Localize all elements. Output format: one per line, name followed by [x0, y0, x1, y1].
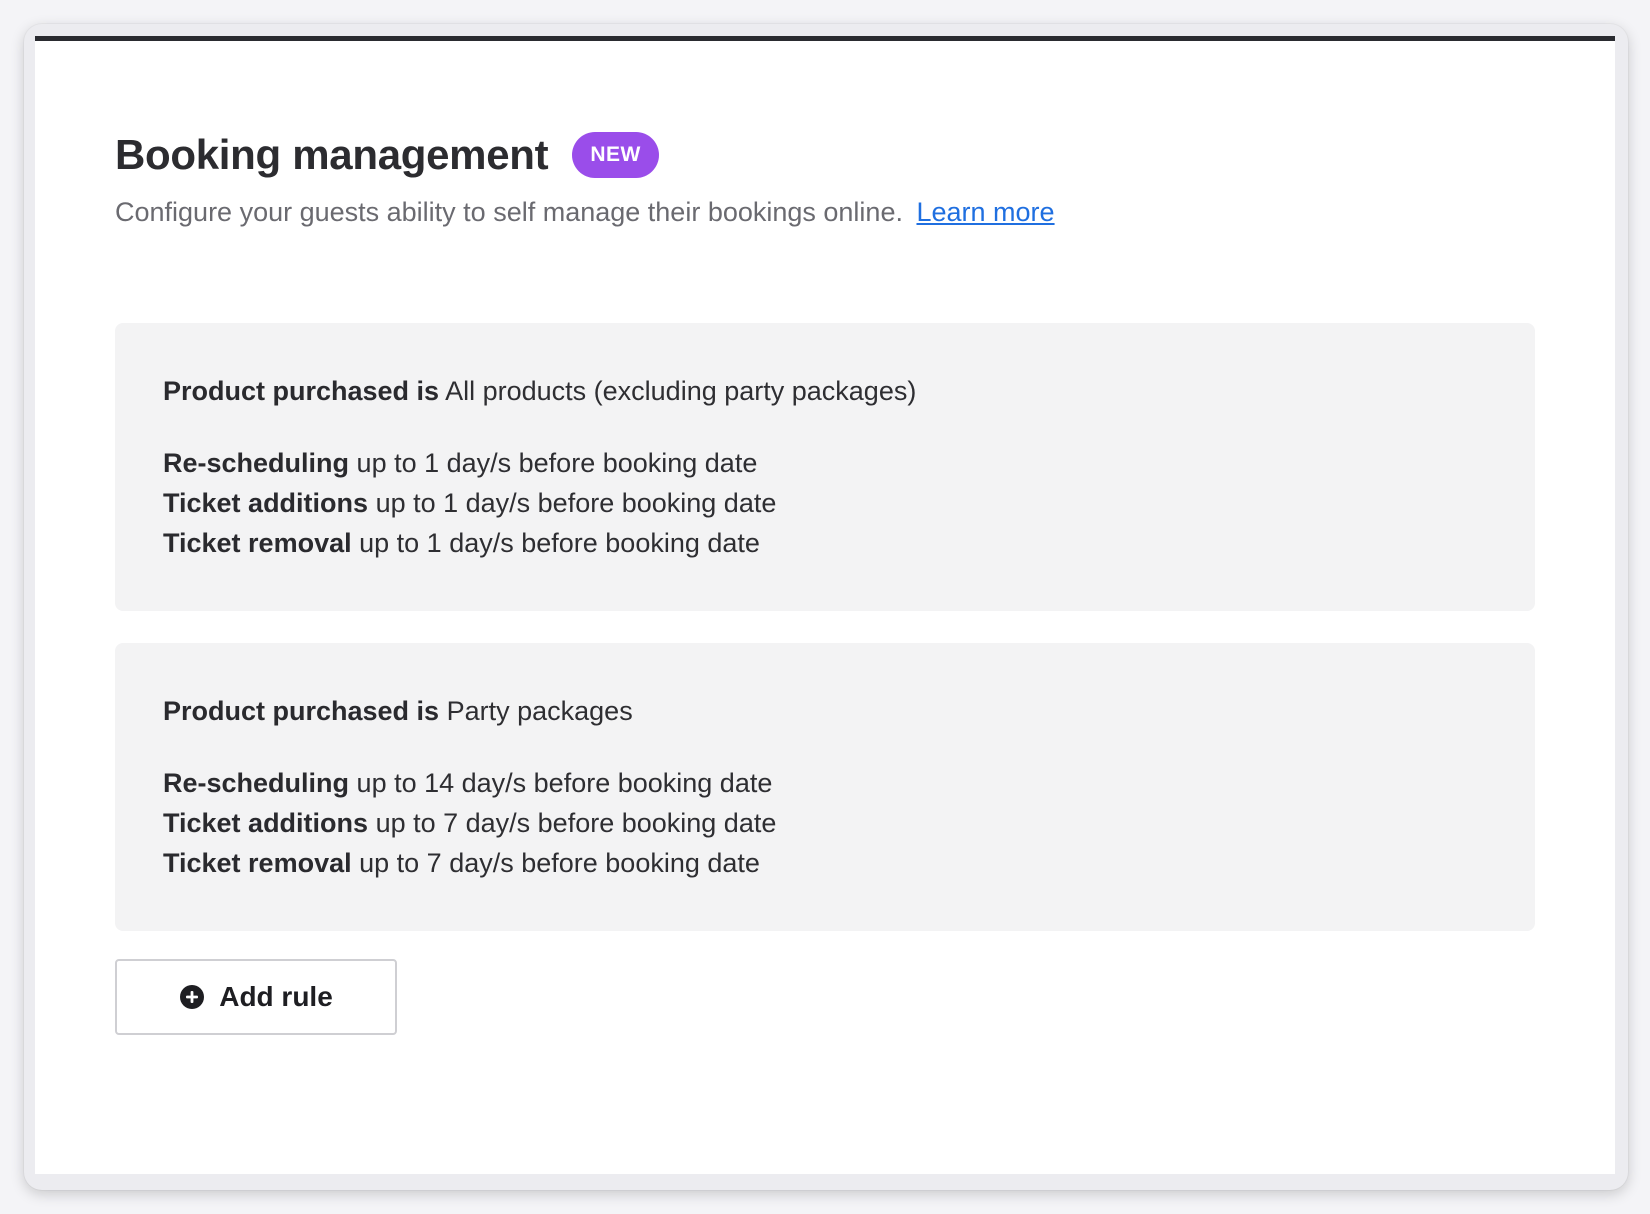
rule-product-value: Party packages: [446, 696, 633, 726]
rule-line-text: up to 1 day/s before booking date: [375, 488, 777, 518]
page-title: Booking management: [115, 131, 549, 178]
rule-rescheduling: Re-scheduling up to 14 day/s before book…: [163, 763, 1487, 803]
plus-circle-icon: [180, 985, 205, 1009]
add-rule-button[interactable]: Add rule: [115, 959, 397, 1035]
subtitle-text: Configure your guests ability to self ma…: [115, 197, 903, 227]
rule-ticket-removal: Ticket removal up to 7 day/s before book…: [163, 843, 1487, 883]
rule-product: Product purchased is All products (exclu…: [163, 371, 1487, 411]
rule-ticket-additions: Ticket additions up to 7 day/s before bo…: [163, 803, 1487, 843]
rule-product-label: Product purchased is: [163, 696, 440, 726]
add-rule-label: Add rule: [219, 981, 333, 1012]
rule-line-text: up to 7 day/s before booking date: [375, 808, 777, 838]
rule-spacer: [163, 731, 1487, 763]
rule-spacer: [163, 411, 1487, 443]
rule-line-text: up to 14 day/s before booking date: [356, 768, 773, 798]
rule-line-label: Ticket removal: [163, 848, 352, 878]
rule-product-label: Product purchased is: [163, 376, 440, 406]
rule-line-text: up to 1 day/s before booking date: [356, 448, 758, 478]
rule-line-label: Ticket additions: [163, 488, 369, 518]
title-row: Booking management NEW: [115, 127, 1515, 183]
rule-product-value: All products (excluding party packages): [445, 376, 917, 406]
rule-line-text: up to 1 day/s before booking date: [359, 528, 760, 558]
booking-management-panel: Booking management NEW Configure your gu…: [35, 36, 1615, 1174]
section-header: Booking management NEW Configure your gu…: [115, 127, 1515, 228]
rule-card[interactable]: Product purchased is Party packages Re-s…: [115, 643, 1535, 931]
new-badge: NEW: [572, 132, 659, 178]
rule-product: Product purchased is Party packages: [163, 691, 1487, 731]
learn-more-link[interactable]: Learn more: [916, 197, 1054, 227]
window-frame: Booking management NEW Configure your gu…: [24, 24, 1628, 1190]
rule-line-label: Re-scheduling: [163, 768, 350, 798]
page-subtitle: Configure your guests ability to self ma…: [115, 197, 1515, 228]
rule-line-label: Re-scheduling: [163, 448, 350, 478]
rule-line-label: Ticket removal: [163, 528, 352, 558]
rule-ticket-additions: Ticket additions up to 1 day/s before bo…: [163, 483, 1487, 523]
rule-rescheduling: Re-scheduling up to 1 day/s before booki…: [163, 443, 1487, 483]
rule-line-text: up to 7 day/s before booking date: [359, 848, 760, 878]
rule-ticket-removal: Ticket removal up to 1 day/s before book…: [163, 523, 1487, 563]
rule-line-label: Ticket additions: [163, 808, 369, 838]
rule-card[interactable]: Product purchased is All products (exclu…: [115, 323, 1535, 611]
